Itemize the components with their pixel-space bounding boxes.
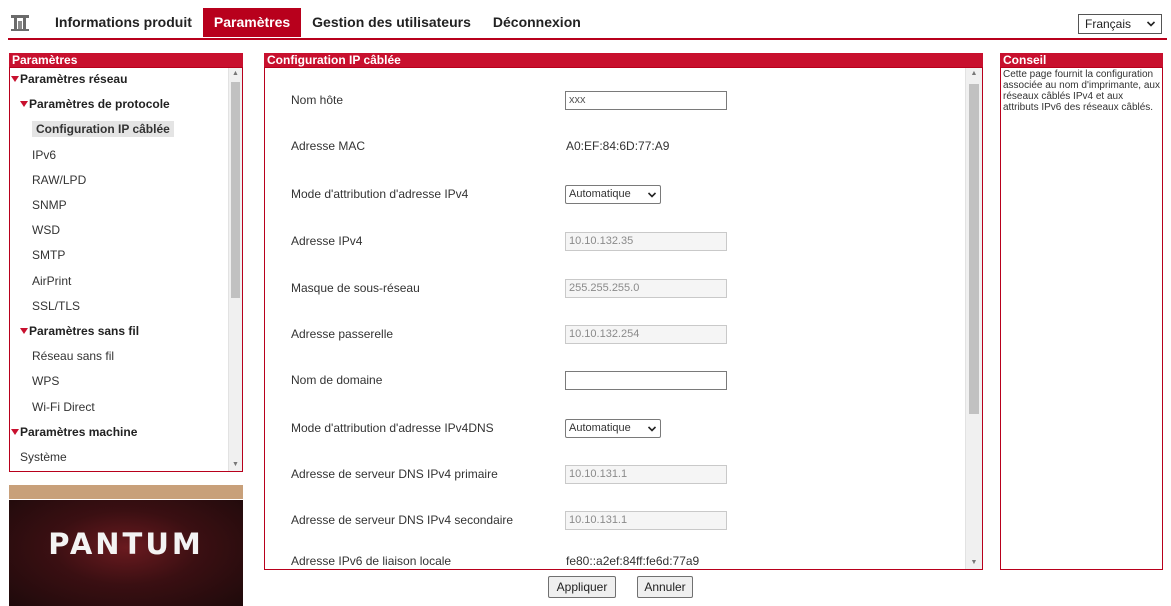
tree-item-label: RAW/LPD	[32, 172, 87, 187]
top-nav-bar: Informations produit Paramètres Gestion …	[0, 0, 1171, 42]
tree-item[interactable]: Configuration IP câblée	[32, 121, 174, 138]
tree-item-label: WSD	[32, 223, 60, 238]
nav-settings[interactable]: Paramètres	[202, 8, 302, 37]
tree-item[interactable]: Wi-Fi Direct	[32, 400, 95, 414]
tip-panel: Cette page fournit la configuration asso…	[1000, 67, 1163, 570]
tree-item[interactable]: RAW/LPD	[32, 173, 86, 187]
tip-panel-header: Conseil	[1000, 53, 1163, 68]
tree-item[interactable]: SNMP	[32, 198, 67, 212]
chevron-down-icon	[1147, 21, 1155, 27]
field-label: Mode d'attribution d'adresse IPv4DNS	[291, 421, 494, 435]
tip-text: Cette page fournit la configuration asso…	[1003, 69, 1160, 113]
tree-item-label: Paramètres réseau	[20, 72, 128, 86]
readonly-input: 10.10.131.1	[565, 465, 727, 484]
field-label: Adresse passerelle	[291, 327, 394, 341]
wired-ip-config-panel: Nom hôte xxx Adresse MAC A0:EF:84:6D:77:A9 M…	[264, 67, 983, 570]
tree-item-label: Wi-Fi Direct	[32, 399, 95, 414]
tree-item[interactable]: AirPrint	[32, 274, 71, 288]
tree-item-label: SSL/TLS	[32, 298, 81, 313]
tree-item-label: Paramètres sans fil	[29, 324, 140, 338]
field-label: Adresse de serveur DNS IPv4 secondaire	[291, 513, 514, 527]
scroll-down-arrow-icon[interactable]: ▼	[966, 557, 982, 569]
nav-user-management[interactable]: Gestion des utilisateurs	[301, 8, 482, 37]
tree-item-label: Configuration IP câblée	[36, 122, 170, 137]
nav-product-info[interactable]: Informations produit	[44, 8, 203, 37]
tree-item-label: IPv6	[32, 147, 57, 162]
settings-tree-panel: Paramètres réseau Paramètres de protocole…	[9, 67, 243, 472]
language-select-value: Français	[1085, 17, 1132, 31]
apply-button[interactable]: Appliquer	[548, 576, 616, 598]
brand-bar	[9, 485, 243, 499]
expand-triangle-icon	[11, 76, 19, 82]
tree-item[interactable]: IPv6	[32, 148, 56, 162]
scrollbar-thumb[interactable]	[231, 82, 240, 298]
expand-triangle-icon	[20, 328, 28, 334]
scroll-up-arrow-icon[interactable]: ▲	[966, 68, 982, 80]
settings-tree-scrollbar[interactable]: ▲ ▼	[228, 68, 242, 471]
settings-panel-header: Paramètres	[9, 53, 243, 68]
expand-triangle-icon	[11, 428, 19, 435]
tree-item[interactable]: WSD	[32, 223, 60, 237]
text-input[interactable]: xxx	[565, 91, 727, 110]
select-value: Automatique	[569, 188, 631, 200]
scrollbar-thumb[interactable]	[969, 84, 979, 414]
tree-group[interactable]: Paramètres machine	[11, 425, 137, 439]
mode-select[interactable]: Automatique	[565, 419, 661, 438]
mode-select[interactable]: Automatique	[565, 185, 661, 204]
cancel-button[interactable]: Annuler	[637, 576, 693, 598]
form-scrollbar[interactable]: ▲ ▼	[965, 68, 982, 569]
nav-divider	[8, 38, 1167, 40]
pantum-logo: PANTUM	[9, 500, 243, 606]
text-input[interactable]	[565, 371, 727, 390]
tree-item[interactable]: Réseau sans fil	[32, 349, 114, 363]
tree-group[interactable]: Paramètres réseau	[11, 72, 127, 86]
field-label: Mode d'attribution d'adresse IPv4	[291, 187, 469, 201]
home-icon[interactable]	[10, 12, 30, 32]
tree-item-label: Paramètres machine	[20, 424, 138, 439]
field-label: Adresse de serveur DNS IPv4 primaire	[291, 467, 498, 481]
nav-logout[interactable]: Déconnexion	[482, 8, 592, 37]
field-label: Masque de sous-réseau	[291, 281, 420, 295]
chevron-down-icon	[648, 192, 656, 198]
language-select[interactable]: Français	[1078, 14, 1162, 34]
tree-item-label: WPS	[32, 374, 60, 389]
readonly-input: 10.10.132.254	[565, 325, 727, 344]
tree-item[interactable]: SSL/TLS	[32, 299, 80, 313]
field-value: fe80::a2ef:84ff:fe6d:77a9	[566, 554, 700, 568]
field-label: Adresse IPv6 de liaison locale	[291, 554, 452, 568]
tree-group[interactable]: Paramètres sans fil	[20, 324, 139, 338]
scroll-up-arrow-icon[interactable]: ▲	[229, 68, 242, 80]
tree-item-label: SNMP	[32, 198, 67, 212]
tree-group[interactable]: Paramètres de protocole	[20, 97, 170, 111]
select-value: Automatique	[569, 422, 631, 434]
field-value: A0:EF:84:6D:77:A9	[566, 139, 670, 153]
readonly-input: 10.10.132.35	[565, 232, 727, 251]
main-nav: Informations produit Paramètres Gestion …	[44, 8, 592, 37]
tree-item-label: Paramètres de protocole	[29, 97, 170, 112]
main-panel-header: Configuration IP câblée	[264, 53, 983, 68]
field-label: Adresse MAC	[291, 139, 366, 153]
readonly-input: 255.255.255.0	[565, 279, 727, 298]
tree-item-label: Réseau sans fil	[32, 349, 115, 364]
tree-item[interactable]: SMTP	[32, 248, 65, 262]
scroll-down-arrow-icon[interactable]: ▼	[229, 459, 242, 471]
chevron-down-icon	[648, 426, 656, 432]
tree-item-label: Système	[20, 450, 67, 464]
readonly-input: 10.10.131.1	[565, 511, 727, 530]
field-label: Adresse IPv4	[291, 234, 363, 248]
tree-item[interactable]: WPS	[32, 374, 59, 388]
logo-text: PANTUM	[48, 527, 204, 561]
tree-item[interactable]: Système	[20, 450, 67, 464]
tree-item-label: AirPrint	[32, 273, 72, 288]
field-label: Nom de domaine	[291, 373, 383, 387]
tree-item-label: SMTP	[32, 248, 66, 263]
settings-tree: Paramètres réseau Paramètres de protocole…	[10, 68, 228, 471]
expand-triangle-icon	[20, 101, 28, 108]
field-label: Nom hôte	[291, 93, 344, 107]
